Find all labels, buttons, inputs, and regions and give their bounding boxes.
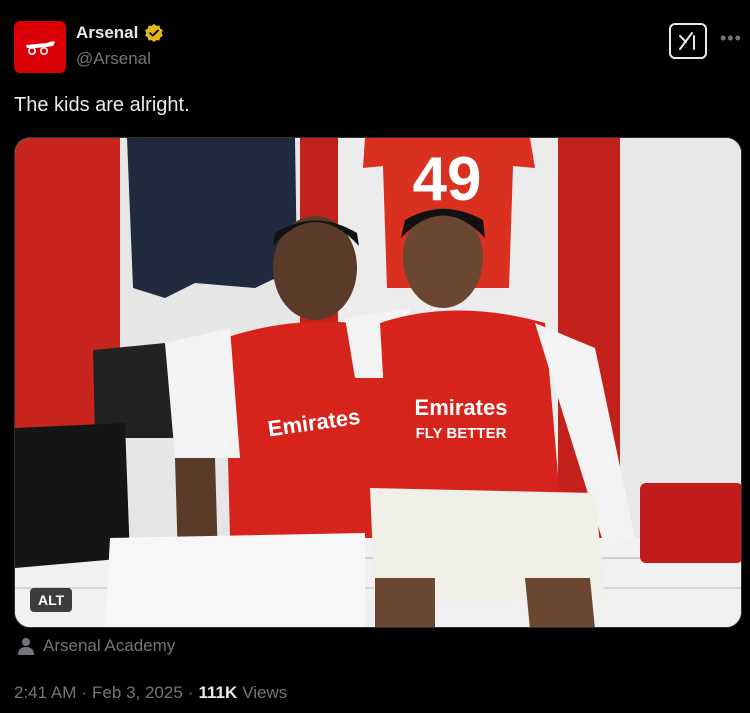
views-count: 111K (198, 683, 238, 702)
person-icon (18, 638, 34, 655)
author-name-row: Arsenal (76, 23, 164, 43)
tweet-date[interactable]: Feb 3, 2025 (92, 683, 183, 703)
author-avatar[interactable] (14, 21, 66, 73)
sponsor-right-line1: Emirates (415, 395, 508, 420)
tagged-user-label: Arsenal Academy (43, 636, 176, 655)
alt-badge[interactable]: ALT (30, 588, 73, 612)
author-handle[interactable]: @Arsenal (76, 49, 151, 69)
grok-icon (679, 32, 695, 50)
gold-verified-badge-icon[interactable] (144, 23, 164, 43)
meta-separator: · (81, 683, 88, 702)
grok-button[interactable] (669, 23, 707, 59)
tagged-users-row[interactable]: Arsenal Academy (17, 636, 175, 656)
meta-separator: · (187, 683, 194, 702)
tweet-time[interactable]: 2:41 AM (14, 683, 76, 703)
tweet-metadata: 2:41 AM · Feb 3, 2025 · 111K Views (14, 683, 287, 703)
shirt-number: 49 (413, 145, 482, 214)
views-label: Views (242, 683, 288, 702)
more-options-icon[interactable]: ••• (720, 28, 742, 49)
tweet-text: The kids are alright. (14, 94, 190, 116)
arsenal-cannon-logo (26, 41, 55, 56)
sponsor-right-line2: FLY BETTER (416, 425, 507, 442)
tweet-photo[interactable]: 49 Emirates Emirates FLY BETTER (14, 137, 742, 628)
author-name[interactable]: Arsenal (76, 23, 138, 43)
